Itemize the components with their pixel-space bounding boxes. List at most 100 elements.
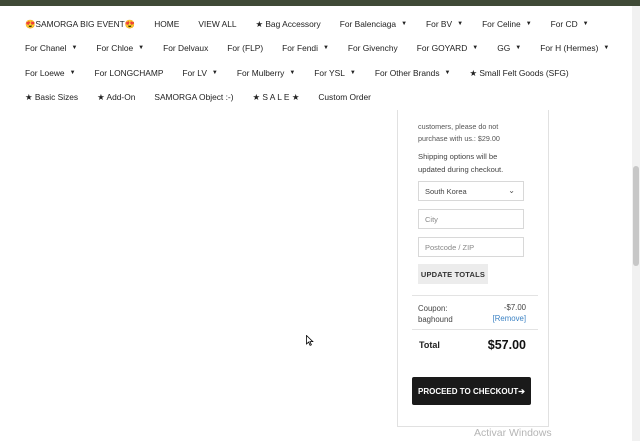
nav-item[interactable]: For BV ▼	[426, 19, 463, 29]
nav-item-label: For LV	[182, 68, 207, 78]
chevron-down-icon: ⌄	[508, 186, 515, 195]
update-totals-button[interactable]: UPDATE TOTALS	[418, 264, 488, 284]
nav-row-3: For Loewe ▼ For LONGCHAMP For LV ▼ For Mulber…	[25, 61, 588, 85]
nav-item-label: GG	[497, 43, 511, 53]
nav-item-label: ★ Bag Accessory	[255, 19, 321, 29]
nav-item-label: For (FLP)	[227, 43, 264, 53]
mouse-cursor-icon	[306, 335, 314, 346]
nav-item-label: For CD	[550, 19, 578, 29]
nav-item-label: 😍SAMORGA BIG EVENT😍	[25, 18, 136, 29]
caret-down-icon: ▼	[525, 21, 532, 27]
nav-item-label: For Delvaux	[163, 43, 209, 53]
nav-item[interactable]: For Givenchy	[348, 43, 398, 53]
nav-item[interactable]: For H (Hermes) ▼	[540, 43, 609, 53]
nav-item-label: For BV	[426, 19, 453, 29]
coupon-code: baghound	[418, 315, 453, 324]
caret-down-icon: ▼	[444, 70, 451, 76]
nav-item-label: For Other Brands	[374, 68, 440, 78]
shipping-info-line-2: updated during checkout.	[418, 165, 504, 174]
nav-item[interactable]: ★ S A L E ★	[253, 92, 300, 102]
top-bar	[0, 0, 640, 6]
nav-item[interactable]: For Delvaux	[163, 43, 208, 53]
nav-item-label: HOME	[154, 19, 180, 29]
nav-item-label: For YSL	[314, 68, 345, 78]
postcode-placeholder: Postcode / ZIP	[425, 242, 475, 252]
nav-item[interactable]: For Celine ▼	[482, 19, 532, 29]
nav-item-label: ★ Small Felt Goods (SFG)	[469, 68, 569, 78]
caret-down-icon: ▼	[211, 70, 218, 76]
nav-item[interactable]: For Balenciaga ▼	[340, 19, 407, 29]
coupon-discount-amount: -$7.00	[503, 303, 526, 312]
nav-item[interactable]: HOME	[154, 19, 179, 29]
nav-row-1: 😍SAMORGA BIG EVENT😍 HOME VIEW ALL ★ Bag Acc…	[25, 12, 608, 36]
caret-down-icon: ▼	[289, 70, 296, 76]
country-select-value: South Korea	[425, 186, 467, 196]
caret-down-icon: ▼	[322, 45, 329, 51]
caret-down-icon: ▼	[515, 45, 522, 51]
nav-item[interactable]: VIEW ALL	[198, 19, 236, 29]
nav-item-label: ★ S A L E ★	[252, 92, 300, 102]
nav-item-label: For Mulberry	[236, 68, 285, 78]
total-amount: $57.00	[487, 338, 526, 352]
nav-item-label: For Celine	[482, 19, 521, 29]
shipping-note-line-1: customers, please do not	[418, 122, 499, 131]
nav-item[interactable]: For LV ▼	[182, 68, 217, 78]
nav-item-label: For LONGCHAMP	[94, 68, 164, 78]
divider	[412, 329, 538, 330]
caret-down-icon: ▼	[603, 45, 610, 51]
coupon-label: Coupon: baghound	[418, 303, 453, 325]
nav-item-label: ★ Basic Sizes	[25, 92, 79, 102]
nav-row-4: ★ Basic Sizes ★ Add-On SAMORGA Object :-) ★…	[25, 85, 390, 109]
nav-item[interactable]: ★ Small Felt Goods (SFG)	[469, 68, 568, 78]
caret-down-icon: ▼	[349, 70, 356, 76]
remove-coupon-link[interactable]: [Remove]	[493, 314, 526, 323]
caret-down-icon: ▼	[582, 21, 589, 27]
page-scrollbar[interactable]	[632, 6, 640, 441]
caret-down-icon: ▼	[401, 21, 408, 27]
nav-item[interactable]: ★ Add-On	[97, 92, 135, 102]
shipping-note-line-2: purchase with us.: $29.00	[418, 134, 500, 143]
nav-item[interactable]: For Chanel ▼	[25, 43, 77, 53]
city-field[interactable]: City	[418, 209, 524, 229]
nav-item[interactable]: For GOYARD ▼	[417, 43, 479, 53]
nav-item[interactable]: For Loewe ▼	[25, 68, 76, 78]
nav-item[interactable]: For (FLP)	[227, 43, 263, 53]
caret-down-icon: ▼	[472, 45, 479, 51]
nav-item[interactable]: For YSL ▼	[314, 68, 356, 78]
nav-item-label: For Chloe	[96, 43, 134, 53]
nav-item[interactable]: For Mulberry ▼	[237, 68, 295, 78]
nav-item[interactable]: ★ Bag Accessory	[256, 19, 321, 29]
city-placeholder: City	[425, 214, 438, 224]
nav-item[interactable]: For LONGCHAMP	[95, 68, 164, 78]
nav-item[interactable]: GG ▼	[497, 43, 521, 53]
total-label: Total	[419, 340, 440, 350]
checkout-button-label: PROCEED TO CHECKOUT	[417, 386, 519, 396]
nav-item[interactable]: 😍SAMORGA BIG EVENT😍	[25, 19, 135, 30]
nav-item[interactable]: For Fendi ▼	[282, 43, 329, 53]
arrow-right-icon: ➔	[518, 386, 525, 396]
nav-item-label: For Loewe	[25, 68, 65, 78]
postcode-field[interactable]: Postcode / ZIP	[418, 237, 524, 257]
windows-activation-watermark: Activar Windows	[474, 427, 552, 439]
nav-item[interactable]: ★ Basic Sizes	[25, 92, 78, 102]
nav-item-label: For H (Hermes)	[540, 43, 599, 53]
caret-down-icon: ▼	[138, 45, 145, 51]
nav-item-label: For Fendi	[282, 43, 318, 53]
nav-item-label: For Balenciaga	[339, 19, 397, 29]
shipping-info-line-1: Shipping options will be	[418, 152, 498, 161]
scrollbar-thumb[interactable]	[633, 166, 639, 266]
coupon-label-title: Coupon:	[418, 304, 448, 313]
nav-item-label: ★ Add-On	[97, 92, 136, 102]
nav-item-label: VIEW ALL	[198, 19, 237, 29]
nav-item[interactable]: For Other Brands ▼	[375, 68, 451, 78]
proceed-to-checkout-button[interactable]: PROCEED TO CHECKOUT ➔	[412, 377, 531, 405]
divider	[412, 295, 538, 296]
nav-item[interactable]: SAMORGA Object :-)	[154, 92, 233, 102]
nav-item-label: SAMORGA Object :-)	[154, 92, 234, 102]
country-select[interactable]: South Korea ⌄	[418, 181, 524, 201]
nav-item[interactable]: For CD ▼	[551, 19, 589, 29]
nav-item[interactable]: For Chloe ▼	[96, 43, 144, 53]
caret-down-icon: ▼	[457, 21, 464, 27]
nav-item[interactable]: Custom Order	[318, 92, 371, 102]
nav-item-label: For Givenchy	[347, 43, 398, 53]
